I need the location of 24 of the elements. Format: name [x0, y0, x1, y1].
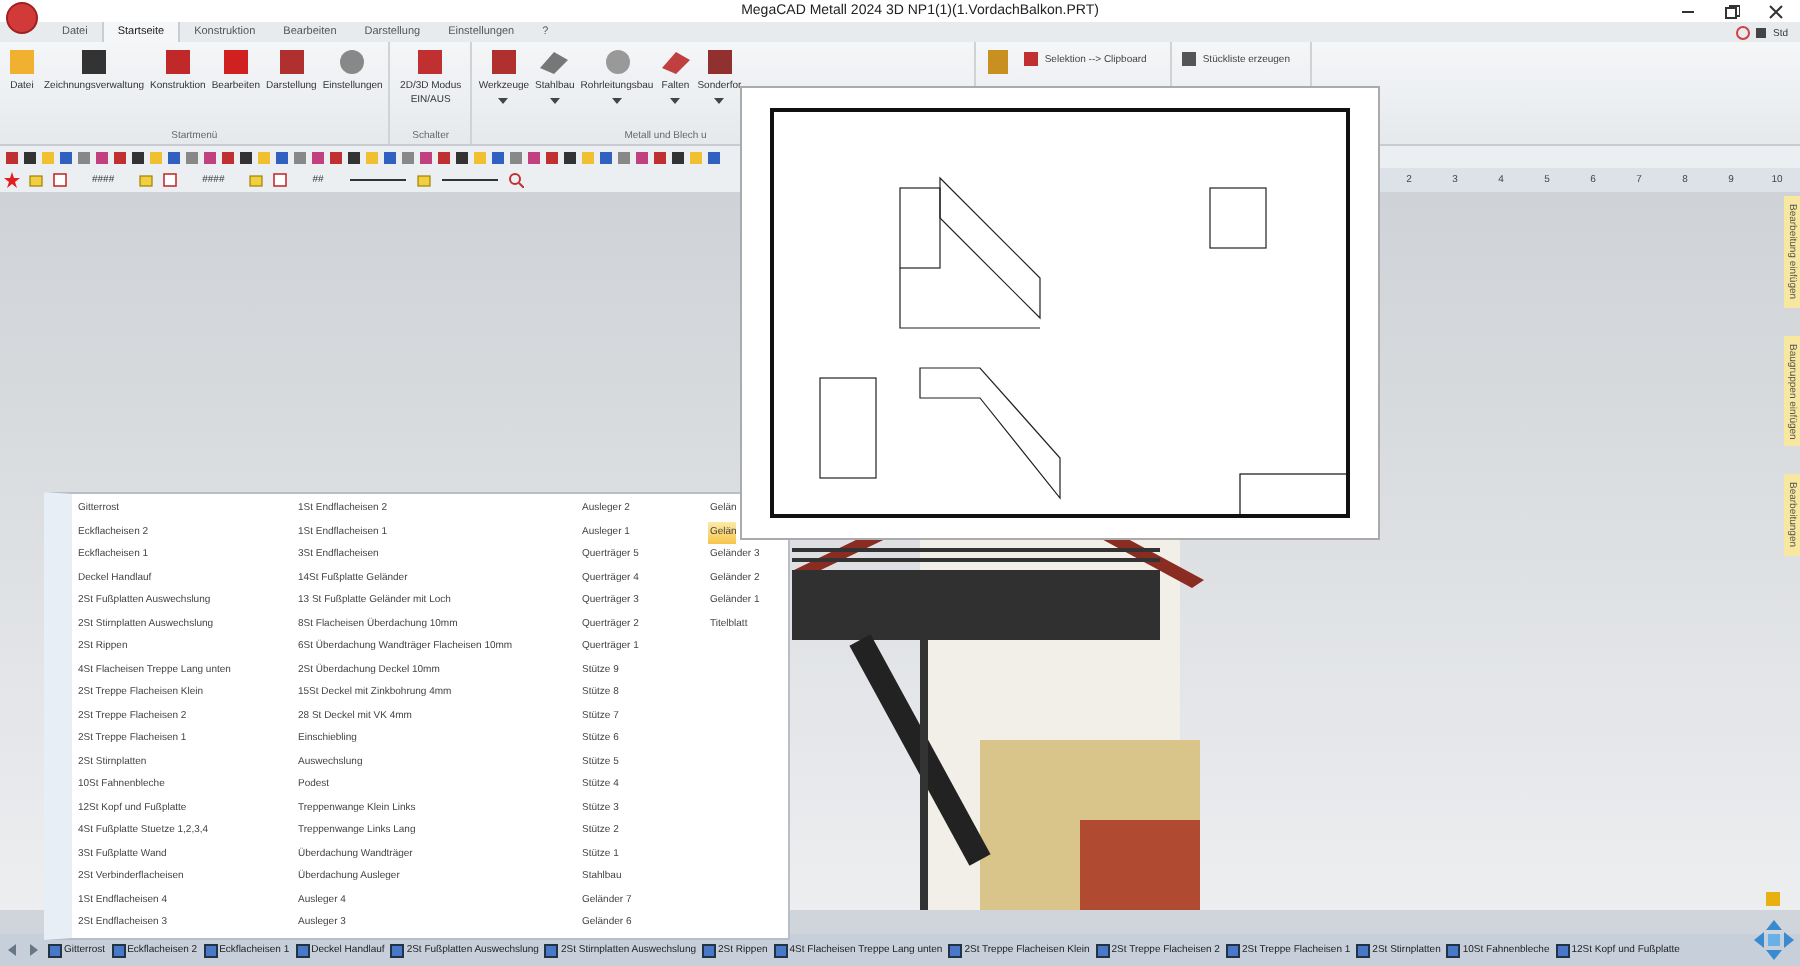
part-icon — [544, 943, 559, 957]
arrow-left-icon[interactable] — [4, 942, 20, 958]
restore-icon[interactable] — [1724, 3, 1740, 19]
part-icon — [948, 943, 963, 957]
part-icon — [295, 943, 310, 957]
user-icon[interactable] — [1756, 28, 1767, 38]
part-icon — [203, 943, 218, 957]
part-icon — [1555, 943, 1570, 957]
arrow-right-icon[interactable] — [26, 942, 42, 958]
part-icon — [1225, 943, 1240, 957]
part-icon — [1356, 943, 1371, 957]
app-logo-icon[interactable] — [6, 2, 38, 34]
part-icon — [773, 943, 788, 957]
star-icon[interactable] — [4, 172, 20, 188]
part-icon — [48, 943, 62, 957]
zoom-icon[interactable] — [507, 172, 524, 188]
navigation-arrows-icon[interactable] — [1752, 918, 1796, 962]
sync-icon[interactable] — [1736, 26, 1751, 40]
close-icon[interactable] — [1768, 3, 1784, 19]
part-icon — [1095, 943, 1110, 957]
part-icon — [1446, 943, 1461, 957]
part-icon — [390, 943, 405, 957]
part-icon — [702, 943, 717, 957]
part-icon — [111, 943, 126, 957]
